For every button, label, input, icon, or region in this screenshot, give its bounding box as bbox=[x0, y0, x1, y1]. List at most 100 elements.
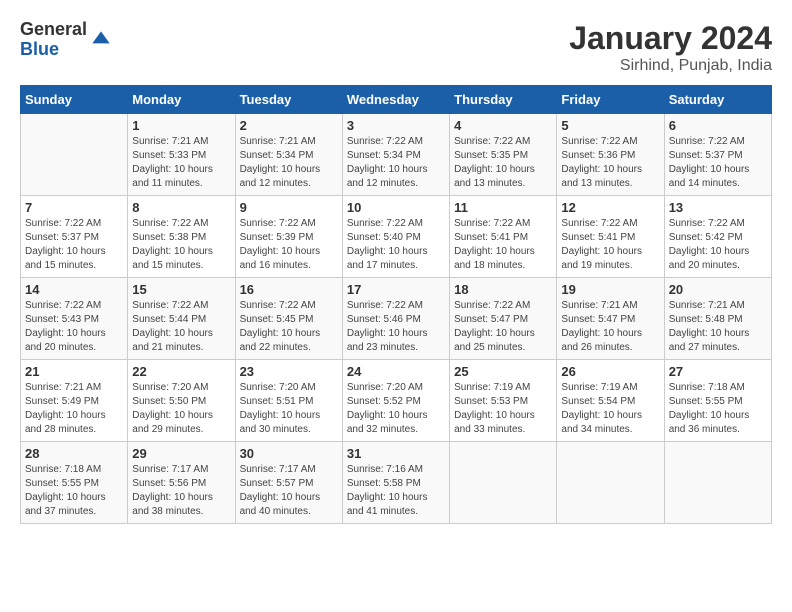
day-number: 29 bbox=[132, 446, 230, 461]
day-number: 24 bbox=[347, 364, 445, 379]
day-number: 18 bbox=[454, 282, 552, 297]
day-info: Sunrise: 7:22 AMSunset: 5:39 PMDaylight:… bbox=[240, 217, 338, 273]
day-cell: 15 Sunrise: 7:22 AMSunset: 5:44 PMDayligh… bbox=[128, 278, 235, 360]
day-cell: 30 Sunrise: 7:17 AMSunset: 5:57 PMDayligh… bbox=[235, 442, 342, 524]
day-number: 26 bbox=[561, 364, 659, 379]
day-cell: 8 Sunrise: 7:22 AMSunset: 5:38 PMDaylight… bbox=[128, 196, 235, 278]
day-info: Sunrise: 7:22 AMSunset: 5:43 PMDaylight:… bbox=[25, 299, 123, 355]
day-info: Sunrise: 7:22 AMSunset: 5:38 PMDaylight:… bbox=[132, 217, 230, 273]
week-row-3: 14 Sunrise: 7:22 AMSunset: 5:43 PMDayligh… bbox=[21, 278, 772, 360]
day-cell: 14 Sunrise: 7:22 AMSunset: 5:43 PMDayligh… bbox=[21, 278, 128, 360]
day-info: Sunrise: 7:19 AMSunset: 5:54 PMDaylight:… bbox=[561, 381, 659, 437]
day-cell: 10 Sunrise: 7:22 AMSunset: 5:40 PMDayligh… bbox=[342, 196, 449, 278]
day-cell: 12 Sunrise: 7:22 AMSunset: 5:41 PMDayligh… bbox=[557, 196, 664, 278]
day-info: Sunrise: 7:20 AMSunset: 5:50 PMDaylight:… bbox=[132, 381, 230, 437]
day-number: 2 bbox=[240, 118, 338, 133]
day-cell: 28 Sunrise: 7:18 AMSunset: 5:55 PMDayligh… bbox=[21, 442, 128, 524]
day-cell: 1Sunrise: 7:21 AMSunset: 5:33 PMDaylight… bbox=[128, 114, 235, 196]
day-number: 25 bbox=[454, 364, 552, 379]
day-number: 13 bbox=[669, 200, 767, 215]
title-section: January 2024 Sirhind, Punjab, India bbox=[569, 20, 772, 75]
day-number: 16 bbox=[240, 282, 338, 297]
weekday-header-friday: Friday bbox=[557, 86, 664, 114]
day-info: Sunrise: 7:16 AMSunset: 5:58 PMDaylight:… bbox=[347, 463, 445, 519]
day-number: 10 bbox=[347, 200, 445, 215]
day-number: 4 bbox=[454, 118, 552, 133]
day-number: 30 bbox=[240, 446, 338, 461]
day-number: 6 bbox=[669, 118, 767, 133]
day-info: Sunrise: 7:17 AMSunset: 5:57 PMDaylight:… bbox=[240, 463, 338, 519]
day-cell: 9 Sunrise: 7:22 AMSunset: 5:39 PMDaylight… bbox=[235, 196, 342, 278]
day-number: 19 bbox=[561, 282, 659, 297]
logo: General Blue bbox=[20, 20, 111, 60]
week-row-5: 28 Sunrise: 7:18 AMSunset: 5:55 PMDayligh… bbox=[21, 442, 772, 524]
day-cell: 23Sunrise: 7:20 AMSunset: 5:51 PMDayligh… bbox=[235, 360, 342, 442]
logo-icon bbox=[91, 30, 111, 50]
location-title: Sirhind, Punjab, India bbox=[569, 57, 772, 75]
day-cell bbox=[450, 442, 557, 524]
day-number: 22 bbox=[132, 364, 230, 379]
day-cell: 25 Sunrise: 7:19 AMSunset: 5:53 PMDayligh… bbox=[450, 360, 557, 442]
weekday-header-thursday: Thursday bbox=[450, 86, 557, 114]
day-info: Sunrise: 7:22 AMSunset: 5:40 PMDaylight:… bbox=[347, 217, 445, 273]
calendar-table: SundayMondayTuesdayWednesdayThursdayFrid… bbox=[20, 85, 772, 524]
day-number: 23 bbox=[240, 364, 338, 379]
week-row-1: 1Sunrise: 7:21 AMSunset: 5:33 PMDaylight… bbox=[21, 114, 772, 196]
day-cell: 13 Sunrise: 7:22 AMSunset: 5:42 PMDayligh… bbox=[664, 196, 771, 278]
day-number: 27 bbox=[669, 364, 767, 379]
day-cell: 7Sunrise: 7:22 AMSunset: 5:37 PMDaylight… bbox=[21, 196, 128, 278]
week-row-4: 21 Sunrise: 7:21 AMSunset: 5:49 PMDayligh… bbox=[21, 360, 772, 442]
day-number: 8 bbox=[132, 200, 230, 215]
day-cell: 16 Sunrise: 7:22 AMSunset: 5:45 PMDayligh… bbox=[235, 278, 342, 360]
weekday-header-monday: Monday bbox=[128, 86, 235, 114]
day-cell: 3 Sunrise: 7:22 AMSunset: 5:34 PMDaylight… bbox=[342, 114, 449, 196]
day-info: Sunrise: 7:22 AMSunset: 5:45 PMDaylight:… bbox=[240, 299, 338, 355]
day-info: Sunrise: 7:21 AMSunset: 5:34 PMDaylight:… bbox=[240, 135, 338, 191]
day-info: Sunrise: 7:19 AMSunset: 5:53 PMDaylight:… bbox=[454, 381, 552, 437]
day-info: Sunrise: 7:21 AMSunset: 5:47 PMDaylight:… bbox=[561, 299, 659, 355]
day-info: Sunrise: 7:21 AMSunset: 5:48 PMDaylight:… bbox=[669, 299, 767, 355]
day-number: 7 bbox=[25, 200, 123, 215]
day-cell: 22 Sunrise: 7:20 AMSunset: 5:50 PMDayligh… bbox=[128, 360, 235, 442]
day-number: 12 bbox=[561, 200, 659, 215]
day-info: Sunrise: 7:22 AMSunset: 5:41 PMDaylight:… bbox=[561, 217, 659, 273]
day-cell bbox=[21, 114, 128, 196]
day-number: 15 bbox=[132, 282, 230, 297]
day-cell: 18Sunrise: 7:22 AMSunset: 5:47 PMDayligh… bbox=[450, 278, 557, 360]
week-row-2: 7Sunrise: 7:22 AMSunset: 5:37 PMDaylight… bbox=[21, 196, 772, 278]
day-info: Sunrise: 7:22 AMSunset: 5:41 PMDaylight:… bbox=[454, 217, 552, 273]
day-info: Sunrise: 7:22 AMSunset: 5:46 PMDaylight:… bbox=[347, 299, 445, 355]
day-info: Sunrise: 7:18 AMSunset: 5:55 PMDaylight:… bbox=[25, 463, 123, 519]
day-number: 20 bbox=[669, 282, 767, 297]
day-cell: 27Sunrise: 7:18 AMSunset: 5:55 PMDayligh… bbox=[664, 360, 771, 442]
day-cell: 24 Sunrise: 7:20 AMSunset: 5:52 PMDayligh… bbox=[342, 360, 449, 442]
day-info: Sunrise: 7:20 AMSunset: 5:52 PMDaylight:… bbox=[347, 381, 445, 437]
day-info: Sunrise: 7:22 AMSunset: 5:42 PMDaylight:… bbox=[669, 217, 767, 273]
day-cell: 21 Sunrise: 7:21 AMSunset: 5:49 PMDayligh… bbox=[21, 360, 128, 442]
day-cell: 19 Sunrise: 7:21 AMSunset: 5:47 PMDayligh… bbox=[557, 278, 664, 360]
day-number: 28 bbox=[25, 446, 123, 461]
weekday-header-tuesday: Tuesday bbox=[235, 86, 342, 114]
day-cell: 29Sunrise: 7:17 AMSunset: 5:56 PMDayligh… bbox=[128, 442, 235, 524]
logo-blue: Blue bbox=[20, 40, 87, 60]
day-number: 9 bbox=[240, 200, 338, 215]
day-info: Sunrise: 7:21 AMSunset: 5:49 PMDaylight:… bbox=[25, 381, 123, 437]
day-cell: 2 Sunrise: 7:21 AMSunset: 5:34 PMDaylight… bbox=[235, 114, 342, 196]
day-number: 1 bbox=[132, 118, 230, 133]
day-info: Sunrise: 7:22 AMSunset: 5:36 PMDaylight:… bbox=[561, 135, 659, 191]
day-number: 21 bbox=[25, 364, 123, 379]
day-cell: 6 Sunrise: 7:22 AMSunset: 5:37 PMDaylight… bbox=[664, 114, 771, 196]
day-info: Sunrise: 7:22 AMSunset: 5:34 PMDaylight:… bbox=[347, 135, 445, 191]
day-number: 5 bbox=[561, 118, 659, 133]
day-info: Sunrise: 7:22 AMSunset: 5:37 PMDaylight:… bbox=[669, 135, 767, 191]
weekday-header-saturday: Saturday bbox=[664, 86, 771, 114]
day-cell: 17Sunrise: 7:22 AMSunset: 5:46 PMDayligh… bbox=[342, 278, 449, 360]
month-title: January 2024 bbox=[569, 20, 772, 57]
day-number: 11 bbox=[454, 200, 552, 215]
page-header: General Blue January 2024 Sirhind, Punja… bbox=[20, 20, 772, 75]
day-cell bbox=[557, 442, 664, 524]
day-number: 3 bbox=[347, 118, 445, 133]
day-info: Sunrise: 7:22 AMSunset: 5:35 PMDaylight:… bbox=[454, 135, 552, 191]
day-number: 14 bbox=[25, 282, 123, 297]
day-info: Sunrise: 7:22 AMSunset: 5:44 PMDaylight:… bbox=[132, 299, 230, 355]
